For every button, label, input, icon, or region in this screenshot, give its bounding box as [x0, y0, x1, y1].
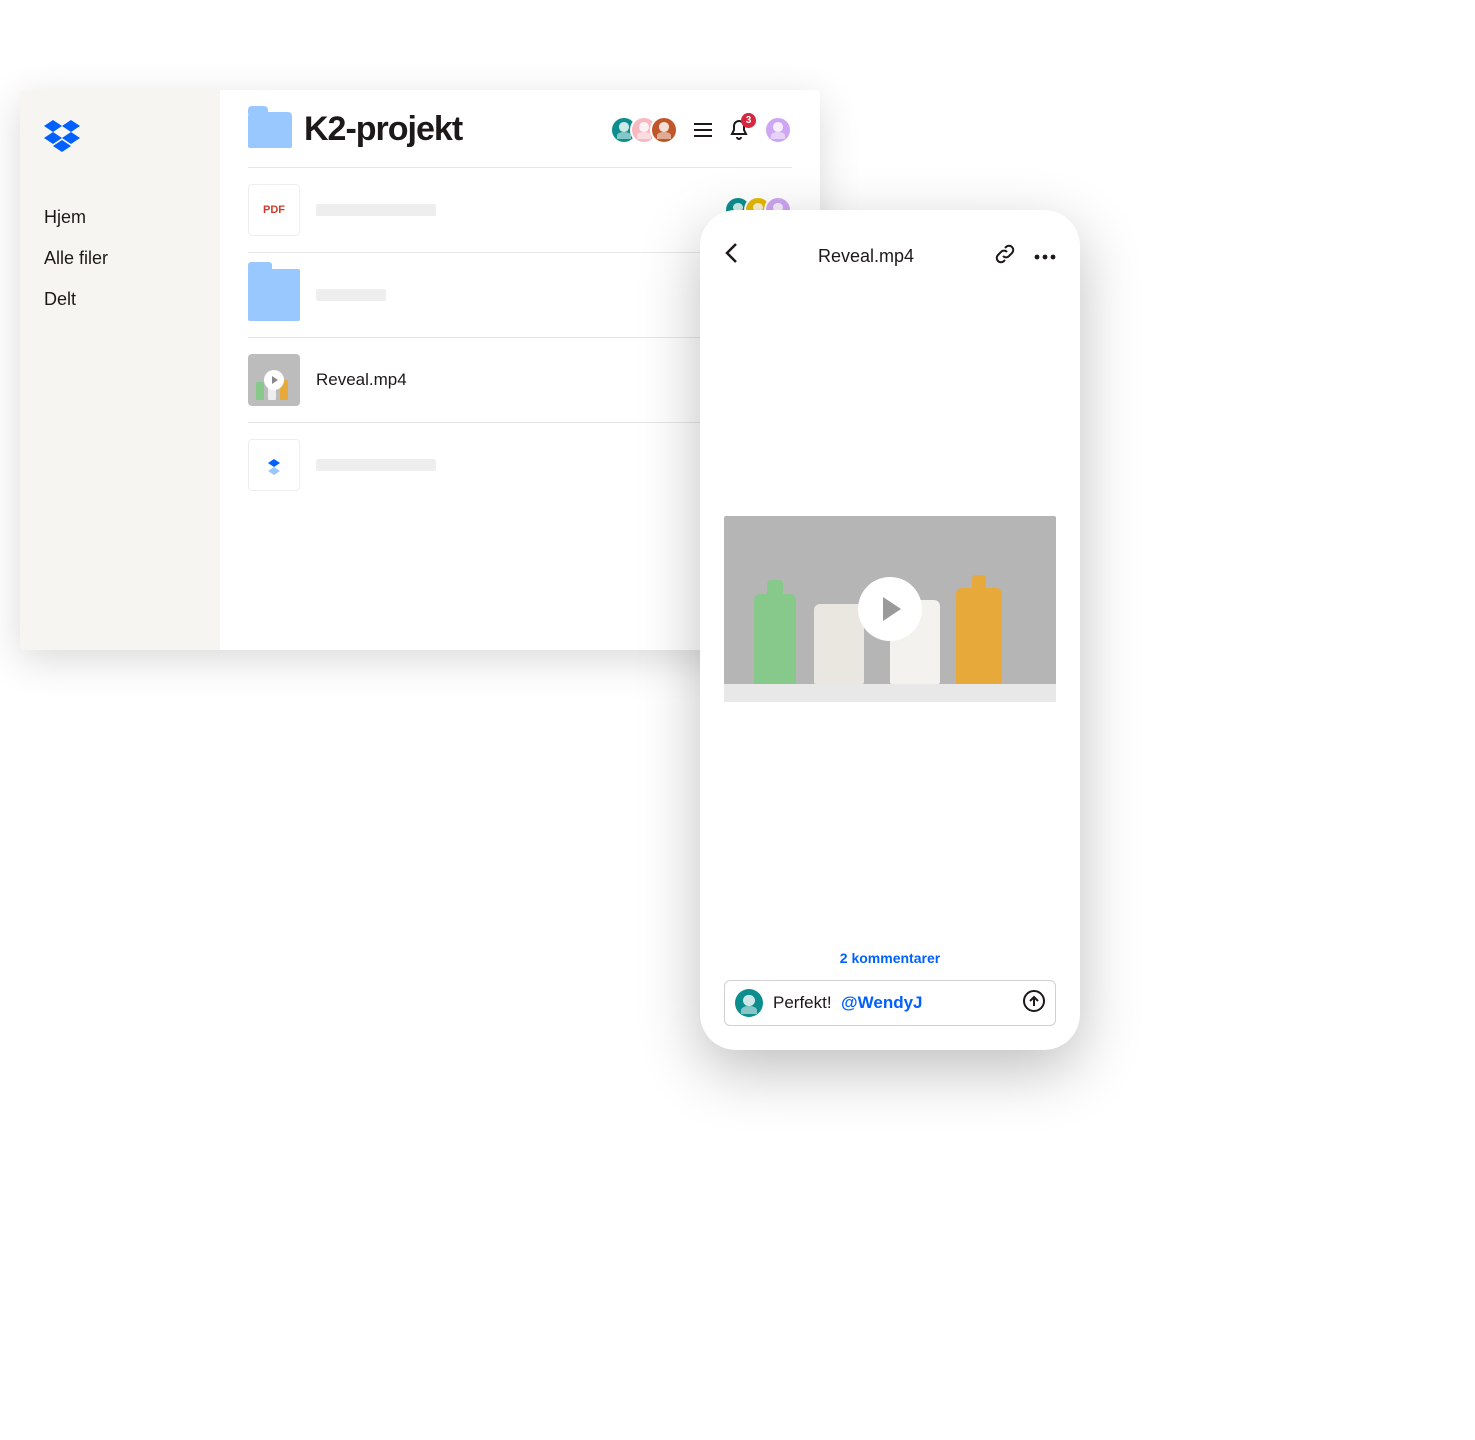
video-preview[interactable] — [724, 516, 1056, 703]
artwork-bottle — [956, 588, 1002, 684]
avatar — [650, 116, 678, 144]
nav-item-home[interactable]: Hjem — [44, 197, 196, 238]
copy-link-icon[interactable] — [994, 243, 1016, 270]
page-title: K2-projekt — [304, 110, 462, 149]
paper-thumbnail-icon — [248, 439, 300, 491]
filename-placeholder — [316, 459, 436, 471]
collaborator-avatars[interactable] — [610, 116, 678, 144]
dropbox-logo-icon[interactable] — [44, 120, 196, 157]
video-area — [724, 282, 1056, 936]
pdf-thumbnail-icon: PDF — [248, 184, 300, 236]
artwork-bottle — [814, 604, 864, 684]
nav-item-shared[interactable]: Delt — [44, 279, 196, 320]
commenter-avatar — [735, 989, 763, 1017]
menu-icon[interactable] — [692, 119, 714, 141]
comment-mention[interactable]: @WendyJ — [841, 993, 922, 1012]
comment-input[interactable]: Perfekt! @WendyJ — [724, 980, 1056, 1026]
comments-count-link[interactable]: 2 kommentarer — [724, 936, 1056, 980]
notification-badge: 3 — [741, 113, 756, 128]
mobile-preview: Reveal.mp4 2 kommentarer Perfekt! @Wendy… — [700, 210, 1080, 1050]
video-thumbnail-icon — [248, 354, 300, 406]
artwork-bottle — [754, 594, 796, 684]
mobile-header: Reveal.mp4 — [724, 242, 1056, 270]
artwork-shelf — [724, 684, 1056, 702]
back-icon[interactable] — [724, 242, 738, 270]
folder-thumbnail-icon — [248, 269, 300, 321]
mobile-title: Reveal.mp4 — [818, 246, 914, 267]
comment-text: Perfekt! @WendyJ — [773, 993, 923, 1013]
play-icon — [264, 370, 284, 390]
sidebar: Hjem Alle filer Delt — [20, 90, 220, 650]
filename-placeholder — [316, 289, 386, 301]
folder-header: K2-projekt 3 — [248, 110, 792, 149]
filename: Reveal.mp4 — [316, 370, 407, 390]
current-user-avatar[interactable] — [764, 116, 792, 144]
folder-icon — [248, 112, 292, 148]
nav-item-all-files[interactable]: Alle filer — [44, 238, 196, 279]
comment-body: Perfekt! — [773, 993, 832, 1012]
more-icon[interactable] — [1034, 247, 1056, 265]
notifications-icon[interactable]: 3 — [728, 119, 750, 141]
play-button[interactable] — [858, 577, 922, 641]
filename-placeholder — [316, 204, 436, 216]
send-icon[interactable] — [1023, 990, 1045, 1017]
